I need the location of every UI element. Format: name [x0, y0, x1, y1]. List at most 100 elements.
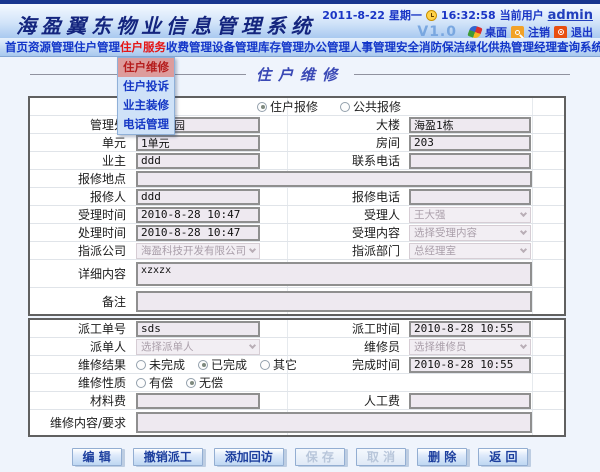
- radio-label: 住户报修: [270, 100, 319, 114]
- accept-time-label: 受理时间: [77, 208, 126, 222]
- owner-field[interactable]: [136, 152, 260, 169]
- material-fee-label: 材料费: [89, 394, 126, 408]
- return-button[interactable]: 返 回: [478, 448, 529, 466]
- nav-item-manager-query[interactable]: 经理查询: [534, 39, 580, 55]
- menu-item-phone-mgmt[interactable]: 电话管理: [118, 115, 174, 134]
- time-text: 16:32:58: [440, 8, 496, 22]
- repair-result-option-finished: 已完成: [198, 356, 247, 373]
- report-type-option-public[interactable]: 公共报修: [340, 98, 401, 115]
- form-row: 维修性质 有偿 无偿: [30, 374, 564, 392]
- building-label: 大楼: [375, 118, 400, 132]
- repairman-select-value: 选择维修员: [414, 341, 467, 353]
- nav-item-fire-safety[interactable]: 安全消防: [396, 39, 442, 55]
- dispatcher-label: 派单人: [89, 340, 126, 354]
- repair-nature-option-paid: 有偿: [136, 374, 173, 391]
- username-link[interactable]: admin: [548, 8, 593, 23]
- header-info: 2011-8-22 星期一 16:32:58 当前用户 admin V1.0 桌…: [322, 7, 593, 41]
- revoke-dispatch-button[interactable]: 撤销派工: [132, 448, 203, 466]
- repairman-label: 维修员: [363, 340, 400, 354]
- radio-icon: [260, 359, 271, 370]
- repair-location-label: 报修地点: [77, 172, 126, 186]
- radio-label: 已完成: [211, 358, 248, 372]
- repair-location-field[interactable]: [136, 170, 532, 187]
- nav-item-hr-mgmt[interactable]: 人事管理: [350, 39, 396, 55]
- unit-label: 单元: [101, 136, 126, 150]
- remark-textarea[interactable]: [136, 290, 532, 312]
- accept-content-label: 受理内容: [351, 226, 400, 240]
- form-row: 管理处 大楼: [30, 116, 564, 134]
- repair-result-label: 维修结果: [77, 358, 126, 372]
- menu-item-resident-complaint[interactable]: 住户投诉: [118, 77, 174, 96]
- form-row: 备注: [30, 288, 564, 314]
- form-row: 业主 联系电话: [30, 152, 564, 170]
- dispatch-section: 派工单号 派工时间 派单人 选择派单人 维修员 选择维修员 维修结果: [28, 318, 566, 437]
- unit-field[interactable]: [136, 134, 260, 151]
- form-row: 详细内容 xzxzx: [30, 260, 564, 288]
- chevron-down-icon: [248, 245, 257, 254]
- nav-item-inventory-mgmt[interactable]: 库存管理: [258, 39, 304, 55]
- current-user-label: 当前用户: [499, 9, 544, 22]
- room-field[interactable]: [409, 134, 531, 151]
- form-row: 报修地点: [30, 170, 564, 188]
- assigned-company-select: 海盈科技开发有限公司: [136, 242, 260, 259]
- detail-content-textarea[interactable]: xzxzx: [136, 261, 532, 286]
- contact-phone-field[interactable]: [409, 152, 531, 169]
- repair-request-label: 维修内容/要求: [49, 416, 126, 430]
- report-phone-label: 报修电话: [351, 190, 400, 204]
- labor-fee-field[interactable]: [409, 392, 531, 409]
- logout-key-icon: [511, 25, 524, 39]
- report-phone-field[interactable]: [409, 188, 531, 205]
- clock-icon: [425, 9, 437, 21]
- building-field[interactable]: [409, 116, 531, 133]
- delete-button[interactable]: 删 除: [417, 448, 468, 466]
- reporter-field[interactable]: [136, 188, 260, 205]
- process-time-field[interactable]: [136, 224, 260, 241]
- acceptor-select: 王大强: [409, 206, 531, 223]
- radio-icon: [340, 101, 351, 112]
- dispatch-time-field[interactable]: [409, 320, 531, 337]
- weekday-text: 星期一: [388, 9, 422, 22]
- nav-item-equipment-mgmt[interactable]: 设备管理: [212, 39, 258, 55]
- radio-label: 公共报修: [353, 100, 402, 114]
- report-type-option-resident[interactable]: 住户报修: [257, 98, 318, 115]
- repair-result-option-unfinished: 未完成: [136, 356, 185, 373]
- nav-item-office-mgmt[interactable]: 办公管理: [304, 39, 350, 55]
- repair-request-textarea[interactable]: [136, 412, 532, 433]
- form-row: 派工单号 派工时间: [30, 320, 564, 338]
- accept-time-field[interactable]: [136, 206, 260, 223]
- resident-service-dropdown-menu: 住户维修 住户投诉 业主装修 电话管理: [117, 57, 175, 135]
- chevron-down-icon: [519, 227, 528, 236]
- form-row: 受理时间 受理人 王大强: [30, 206, 564, 224]
- edit-button[interactable]: 编 辑: [71, 448, 122, 466]
- nav-item-fee-mgmt[interactable]: 收费管理: [166, 39, 212, 55]
- accept-content-select-value: 选择受理内容: [414, 227, 477, 239]
- nav-item-home[interactable]: 首页: [5, 39, 28, 55]
- nav-item-resource-mgmt[interactable]: 资源管理: [28, 39, 74, 55]
- form-row: 维修结果 未完成 已完成 其它 完成时间: [30, 356, 564, 374]
- radio-selected-icon: [257, 101, 267, 112]
- form-row: 材料费 人工费: [30, 392, 564, 410]
- chevron-down-icon: [519, 245, 528, 254]
- report-type-row: 住户报修 公共报修: [30, 98, 564, 116]
- radio-label: 有偿: [149, 376, 174, 390]
- add-followup-button[interactable]: 添加回访: [213, 448, 284, 466]
- app-window: 海盈翼东物业信息管理系统 2011-8-22 星期一 16:32:58 当前用户…: [0, 0, 600, 472]
- material-fee-field[interactable]: [136, 392, 260, 409]
- nav-item-cleaning-greening[interactable]: 保洁绿化: [442, 39, 488, 55]
- dispatcher-select-value: 选择派单人: [141, 341, 194, 353]
- nav-item-resident-mgmt[interactable]: 住户管理: [74, 39, 120, 55]
- nav-item-heating-mgmt[interactable]: 供热管理: [488, 39, 534, 55]
- form-row: 处理时间 受理内容 选择受理内容: [30, 224, 564, 242]
- nav-item-system-maintenance[interactable]: 系统维护: [580, 39, 600, 55]
- form-row: 单元 房间: [30, 134, 564, 152]
- acceptor-label: 受理人: [363, 208, 400, 222]
- accept-content-select: 选择受理内容: [409, 224, 531, 241]
- complete-time-field[interactable]: [409, 356, 531, 373]
- menu-item-resident-repair[interactable]: 住户维修: [118, 58, 174, 77]
- cancel-button: 取 消: [355, 448, 407, 466]
- main-nav: 首页 资源管理 住户管理 住户服务 收费管理 设备管理 库存管理 办公管理 人事…: [0, 38, 600, 57]
- nav-item-resident-service[interactable]: 住户服务: [120, 39, 166, 55]
- complete-time-label: 完成时间: [351, 358, 400, 372]
- work-order-no-field[interactable]: [136, 320, 260, 337]
- menu-item-owner-decoration[interactable]: 业主装修: [118, 96, 174, 115]
